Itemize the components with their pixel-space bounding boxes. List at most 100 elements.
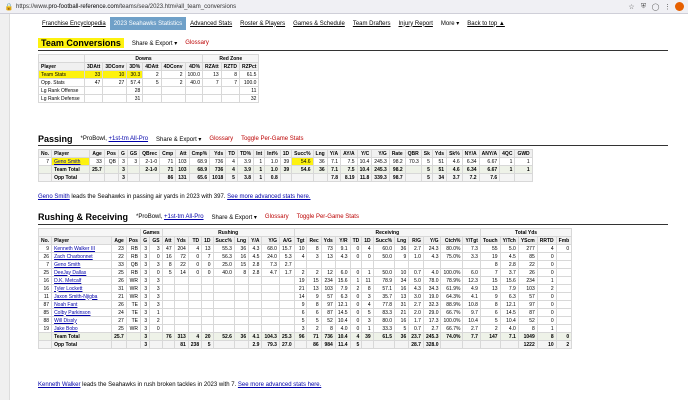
- nav-item[interactable]: Advanced Stats: [186, 17, 236, 30]
- nav-item[interactable]: Games & Schedule: [289, 17, 349, 30]
- player-link[interactable]: Tyler Lockett: [51, 284, 113, 293]
- rushing-toggle-per-game[interactable]: Toggle Per-Game Stats: [297, 214, 359, 220]
- allpro-link[interactable]: +1st-tm All-Pro: [164, 214, 204, 220]
- column-header[interactable]: RZPct: [238, 62, 260, 71]
- nav-item[interactable]: Injury Report: [395, 17, 437, 30]
- column-header[interactable]: Player: [51, 149, 91, 158]
- column-header[interactable]: AY/A: [340, 149, 358, 158]
- nav-item[interactable]: Back to top ▲: [463, 17, 509, 30]
- column-header[interactable]: No.: [37, 236, 53, 245]
- column-header[interactable]: No.: [37, 149, 53, 158]
- column-header[interactable]: Y/Tch: [499, 236, 519, 245]
- player-link[interactable]: Jake Bobo: [51, 324, 113, 333]
- nav-item[interactable]: More ▾: [437, 17, 463, 30]
- account-icon[interactable]: ◯: [651, 2, 660, 11]
- player-link[interactable]: Noah Fant: [51, 300, 113, 309]
- column-header[interactable]: Y/Tgt: [462, 236, 481, 245]
- column-header[interactable]: Yds: [320, 236, 336, 245]
- browser-address-bar[interactable]: 🔒 https://www.pro-football-reference.com…: [0, 0, 688, 14]
- column-header[interactable]: GWD: [514, 149, 533, 158]
- rushing-glossary-link[interactable]: Glossary: [265, 214, 289, 220]
- nav-item[interactable]: Team Drafters: [349, 17, 395, 30]
- player-link[interactable]: DeeJay Dallas: [51, 268, 113, 277]
- passing-share-export[interactable]: Share & Export ▾: [156, 136, 201, 143]
- rushing-share-export[interactable]: Share & Export ▾: [212, 214, 257, 221]
- column-header[interactable]: Age: [111, 236, 127, 245]
- column-header[interactable]: Touch: [479, 236, 501, 245]
- column-header[interactable]: Player: [51, 236, 113, 245]
- column-header[interactable]: Yds: [173, 236, 189, 245]
- nav-item[interactable]: Roster & Players: [236, 17, 289, 30]
- extensions-icon[interactable]: ⋮: [663, 2, 672, 11]
- column-header[interactable]: Att: [161, 236, 175, 245]
- column-header[interactable]: YScm: [517, 236, 538, 245]
- firefox-icon[interactable]: [675, 2, 684, 11]
- passing-glossary-link[interactable]: Glossary: [209, 136, 233, 142]
- nav-item[interactable]: Franchise Encyclopedia: [38, 17, 110, 30]
- column-header[interactable]: Y/C: [356, 149, 373, 158]
- column-header[interactable]: Rec: [306, 236, 322, 245]
- column-header[interactable]: GS: [126, 149, 141, 158]
- column-header[interactable]: 4DConv: [160, 62, 186, 71]
- column-header[interactable]: Rate: [388, 149, 406, 158]
- column-header[interactable]: Y/R: [334, 236, 351, 245]
- rushing-note-player-link[interactable]: Kenneth Walker: [38, 382, 80, 388]
- column-header[interactable]: RZTD: [220, 62, 240, 71]
- column-header[interactable]: Lng: [394, 236, 410, 245]
- column-header[interactable]: RRTD: [536, 236, 557, 245]
- column-header[interactable]: Sk%: [446, 149, 463, 158]
- player-link[interactable]: Geno Smith: [51, 260, 113, 269]
- column-header[interactable]: Player: [38, 62, 85, 71]
- column-header[interactable]: 1D: [201, 236, 214, 245]
- column-header[interactable]: Yds: [209, 149, 227, 158]
- column-header[interactable]: Ctch%: [440, 236, 464, 245]
- passing-toggle-per-game[interactable]: Toggle Per-Game Stats: [241, 136, 303, 142]
- column-header[interactable]: Pos: [103, 149, 119, 158]
- column-header[interactable]: Y/G: [261, 236, 280, 245]
- column-header[interactable]: Att: [175, 149, 190, 158]
- column-header[interactable]: Y/G: [422, 236, 442, 245]
- column-header[interactable]: 4DAtt: [142, 62, 162, 71]
- player-link[interactable]: Geno Smith: [51, 157, 91, 166]
- column-header[interactable]: Yds: [431, 149, 448, 158]
- column-header[interactable]: Succ%: [291, 149, 314, 158]
- column-header[interactable]: Sk: [420, 149, 433, 158]
- column-header[interactable]: 1D: [279, 149, 293, 158]
- star-icon[interactable]: ☆: [627, 2, 636, 11]
- column-header[interactable]: Lng: [233, 236, 250, 245]
- conversions-glossary-link[interactable]: Glossary: [185, 40, 209, 46]
- column-header[interactable]: TD: [225, 149, 238, 158]
- player-link[interactable]: Jaxon Smith-Njigba: [51, 292, 113, 301]
- column-header[interactable]: TD%: [236, 149, 255, 158]
- column-header[interactable]: QBR: [404, 149, 422, 158]
- player-link[interactable]: D.K. Metcalf: [51, 276, 113, 285]
- player-link[interactable]: Will Dissly: [51, 316, 113, 325]
- rushing-note-more-link[interactable]: See more advanced stats here.: [238, 382, 321, 388]
- column-header[interactable]: 1D: [361, 236, 374, 245]
- passing-note-more-link[interactable]: See more advanced stats here.: [227, 194, 310, 200]
- column-header[interactable]: Y/A: [326, 149, 342, 158]
- column-header[interactable]: Cmp: [159, 149, 177, 158]
- column-header[interactable]: 3DAtt: [83, 62, 104, 71]
- nav-item[interactable]: 2023 Seahawks Statistics: [109, 17, 187, 30]
- column-header[interactable]: G: [139, 236, 151, 245]
- column-header[interactable]: GS: [149, 236, 163, 245]
- column-header[interactable]: Tgt: [293, 236, 308, 245]
- column-header[interactable]: Y/G: [371, 149, 390, 158]
- column-header[interactable]: TD: [349, 236, 363, 245]
- column-header[interactable]: NY/A: [461, 149, 480, 158]
- column-header[interactable]: TD: [187, 236, 203, 245]
- column-header[interactable]: G: [117, 149, 128, 158]
- column-header[interactable]: ANY/A: [478, 149, 501, 158]
- column-header[interactable]: Succ%: [372, 236, 396, 245]
- column-header[interactable]: Succ%: [212, 236, 235, 245]
- column-header[interactable]: Y/A: [248, 236, 263, 245]
- column-header[interactable]: R/G: [408, 236, 424, 245]
- column-header[interactable]: Age: [89, 149, 105, 158]
- column-header[interactable]: Fmb: [555, 236, 573, 245]
- column-header[interactable]: QBrec: [139, 149, 161, 158]
- url-text[interactable]: https://www.pro-football-reference.com/t…: [16, 4, 236, 10]
- column-header[interactable]: 4D%: [184, 62, 204, 71]
- conversions-share-export[interactable]: Share & Export ▾: [132, 40, 177, 47]
- player-link[interactable]: Kenneth Walker III: [51, 244, 113, 253]
